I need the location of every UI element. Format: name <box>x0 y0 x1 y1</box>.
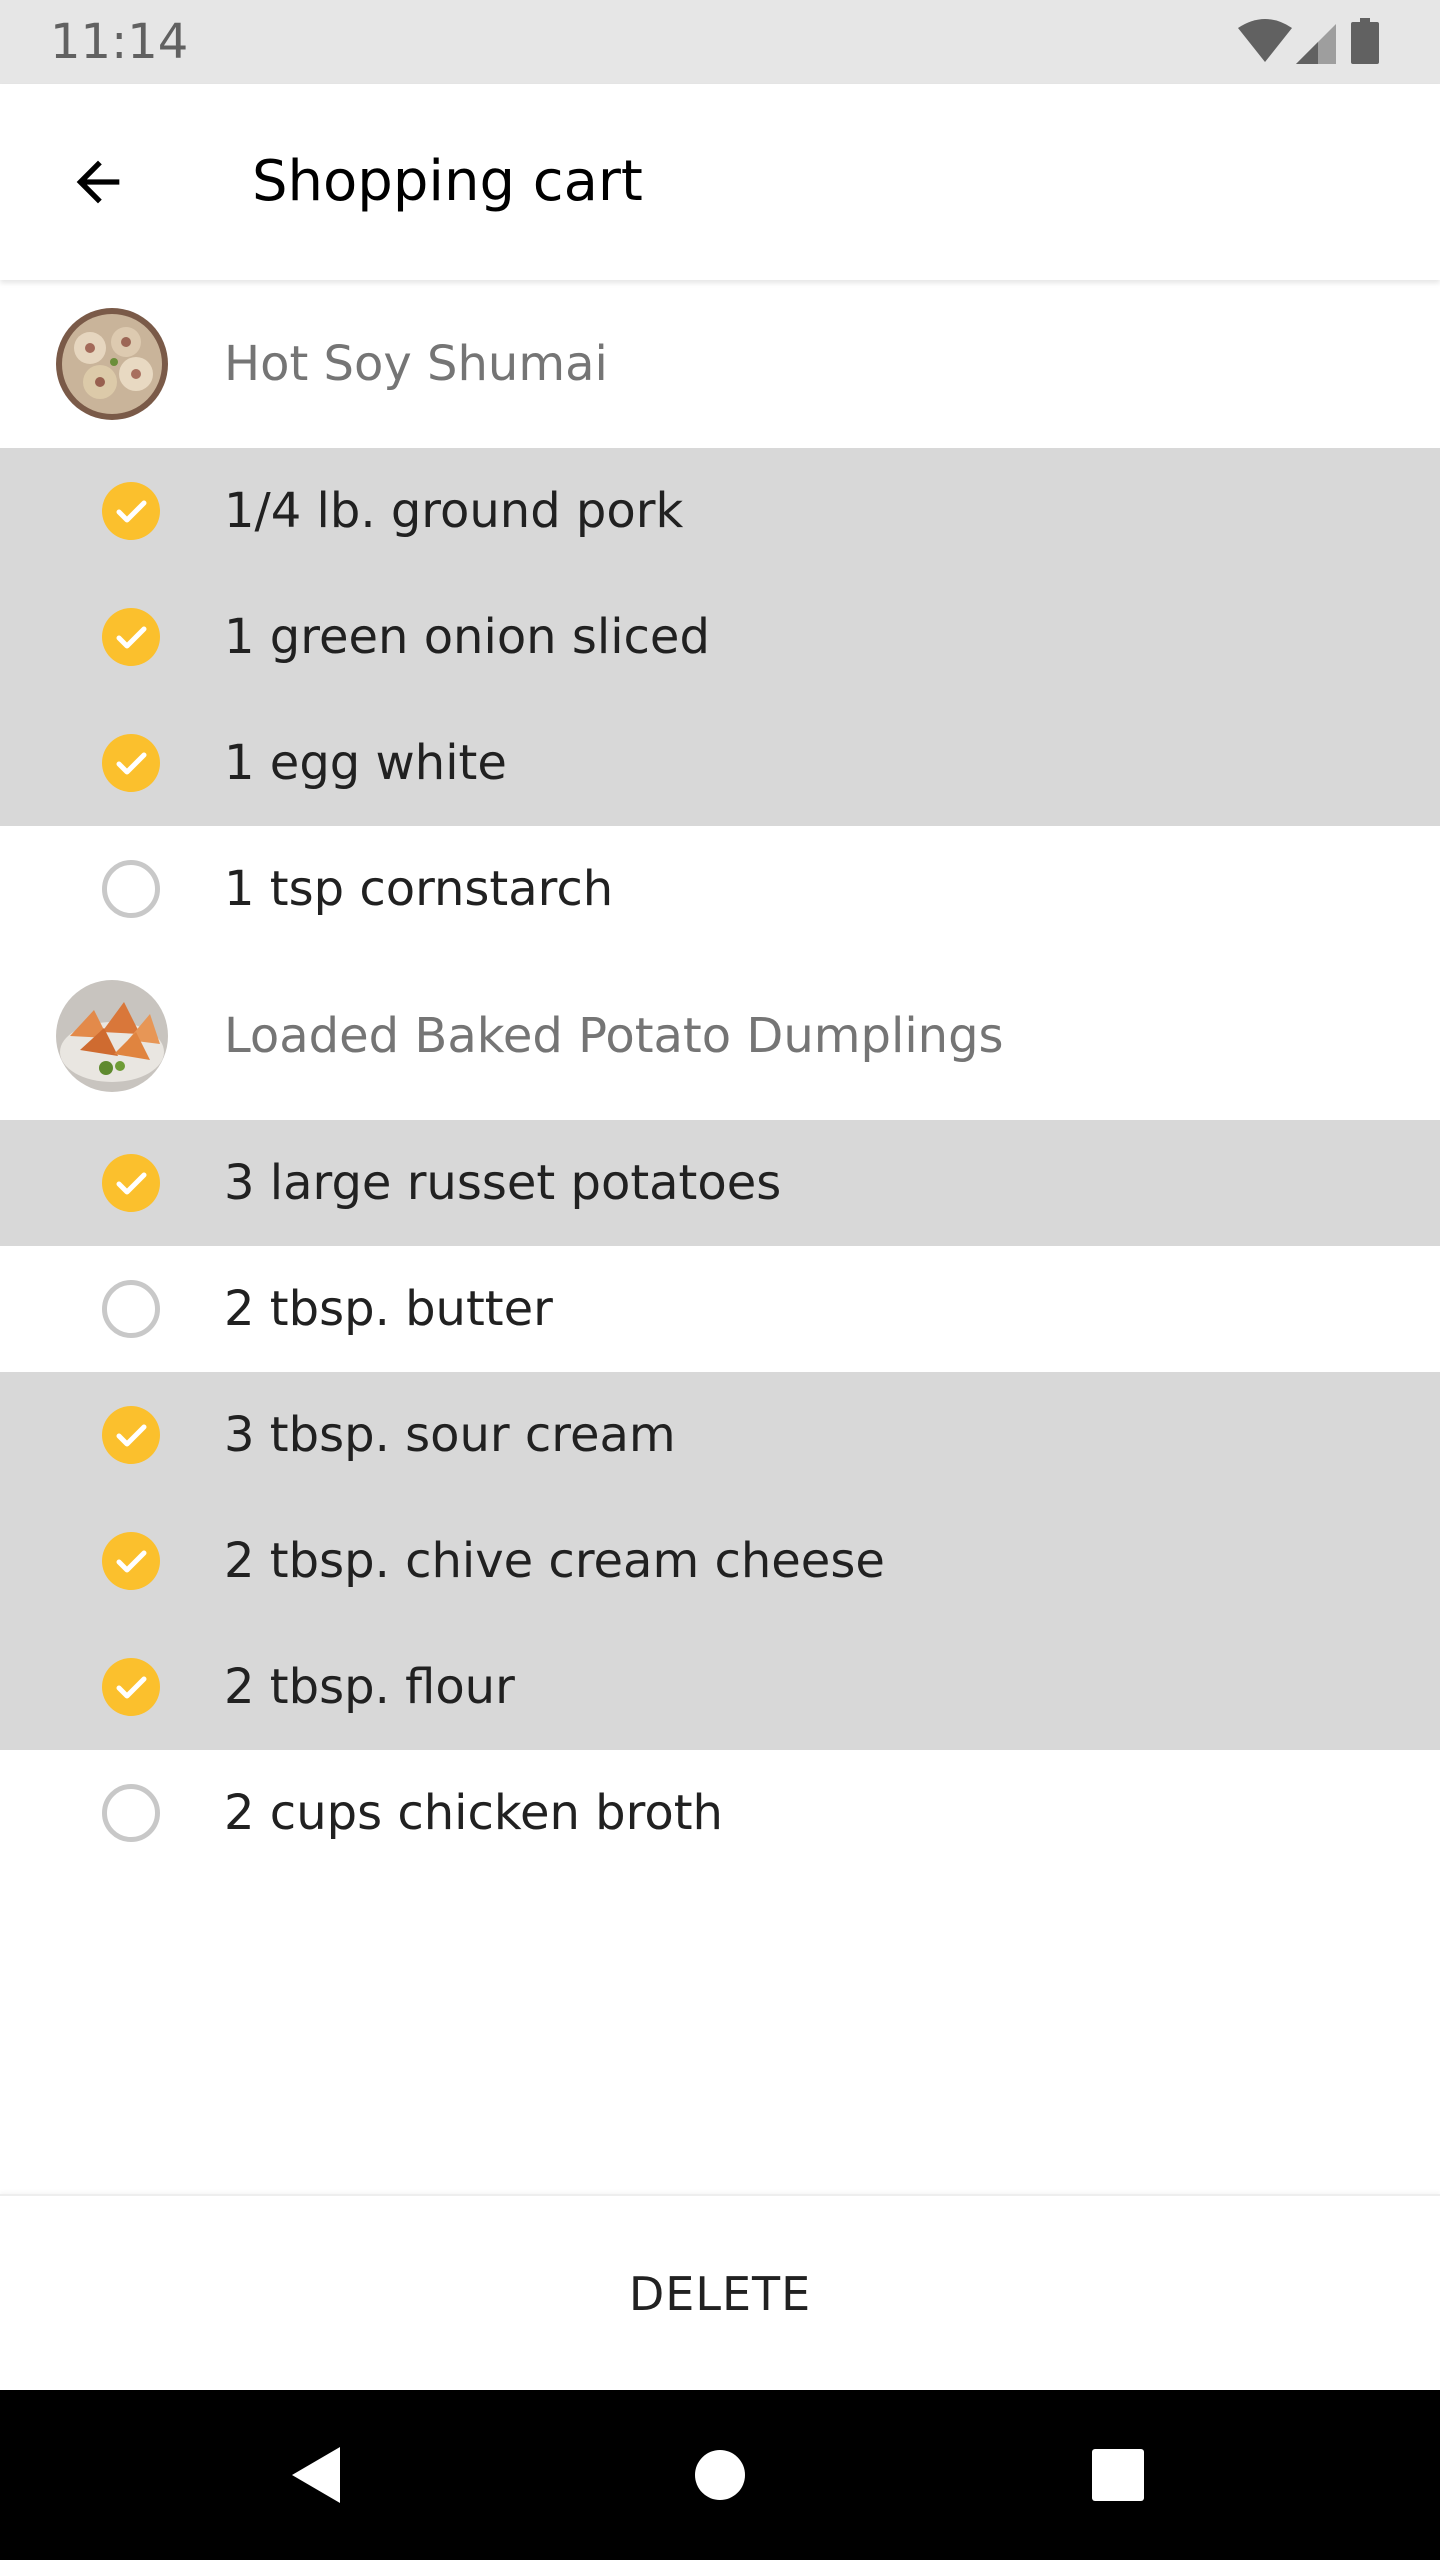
delete-bar: DELETE <box>0 2194 1440 2390</box>
recipe-name: Loaded Baked Potato Dumplings <box>224 1008 1004 1064</box>
ingredient-row[interactable]: 1 green onion sliced <box>0 574 1440 700</box>
checked-circle-icon[interactable] <box>102 1406 160 1464</box>
nav-recents-button[interactable] <box>1078 2435 1158 2515</box>
checked-circle-icon[interactable] <box>102 734 160 792</box>
delete-button[interactable]: DELETE <box>0 2196 1440 2392</box>
recipe-header[interactable]: Loaded Baked Potato Dumplings <box>0 952 1440 1120</box>
nav-home-button[interactable] <box>680 2435 760 2515</box>
ingredient-label: 2 tbsp. butter <box>224 1281 553 1337</box>
recents-square-icon <box>1092 2449 1144 2501</box>
ingredient-row[interactable]: 3 tbsp. sour cream <box>0 1372 1440 1498</box>
recipe-name: Hot Soy Shumai <box>224 336 608 392</box>
status-icons <box>1236 18 1396 66</box>
recipe-thumbnail <box>56 980 168 1092</box>
system-nav-bar <box>0 2390 1440 2560</box>
ingredient-label: 1/4 lb. ground pork <box>224 483 684 539</box>
shopping-cart-screen: 11:14 Shopping cart Hot Soy Shumai 1/4 l… <box>0 0 1440 2560</box>
battery-icon <box>1351 18 1379 64</box>
checked-circle-icon[interactable] <box>102 1658 160 1716</box>
recipe-thumbnail <box>56 308 168 420</box>
unchecked-circle-icon[interactable] <box>102 1784 160 1842</box>
recipe-header[interactable]: Hot Soy Shumai <box>0 280 1440 448</box>
cart-list: Hot Soy Shumai 1/4 lb. ground pork 1 gre… <box>0 280 1440 1876</box>
ingredient-row[interactable]: 1 tsp cornstarch <box>0 826 1440 952</box>
unchecked-circle-icon[interactable] <box>102 1280 160 1338</box>
ingredient-label: 3 tbsp. sour cream <box>224 1407 676 1463</box>
checked-circle-icon[interactable] <box>102 608 160 666</box>
ingredient-row[interactable]: 2 cups chicken broth <box>0 1750 1440 1876</box>
back-button[interactable] <box>50 134 146 230</box>
checked-circle-icon[interactable] <box>102 1154 160 1212</box>
page-title: Shopping cart <box>252 149 643 214</box>
ingredient-label: 1 green onion sliced <box>224 609 710 665</box>
ingredient-label: 2 cups chicken broth <box>224 1785 723 1841</box>
ingredient-row[interactable]: 1 egg white <box>0 700 1440 826</box>
ingredient-row[interactable]: 1/4 lb. ground pork <box>0 448 1440 574</box>
status-time: 11:14 <box>50 14 189 70</box>
ingredient-row[interactable]: 2 tbsp. butter <box>0 1246 1440 1372</box>
ingredient-label: 1 egg white <box>224 735 507 791</box>
checked-circle-icon[interactable] <box>102 482 160 540</box>
nav-back-button[interactable] <box>276 2435 356 2515</box>
cellular-signal-icon <box>1296 24 1336 64</box>
unchecked-circle-icon[interactable] <box>102 860 160 918</box>
ingredient-label: 1 tsp cornstarch <box>224 861 614 917</box>
ingredient-row[interactable]: 3 large russet potatoes <box>0 1120 1440 1246</box>
wifi-icon <box>1238 19 1292 62</box>
home-circle-icon <box>695 2450 745 2500</box>
ingredient-row[interactable]: 2 tbsp. flour <box>0 1624 1440 1750</box>
ingredient-label: 2 tbsp. chive cream cheese <box>224 1533 885 1589</box>
arrow-back-icon <box>76 160 120 204</box>
back-triangle-icon <box>292 2447 340 2503</box>
ingredient-label: 3 large russet potatoes <box>224 1155 782 1211</box>
ingredient-label: 2 tbsp. flour <box>224 1659 515 1715</box>
app-bar: Shopping cart <box>0 84 1440 280</box>
checked-circle-icon[interactable] <box>102 1532 160 1590</box>
status-bar: 11:14 <box>0 0 1440 84</box>
ingredient-row[interactable]: 2 tbsp. chive cream cheese <box>0 1498 1440 1624</box>
